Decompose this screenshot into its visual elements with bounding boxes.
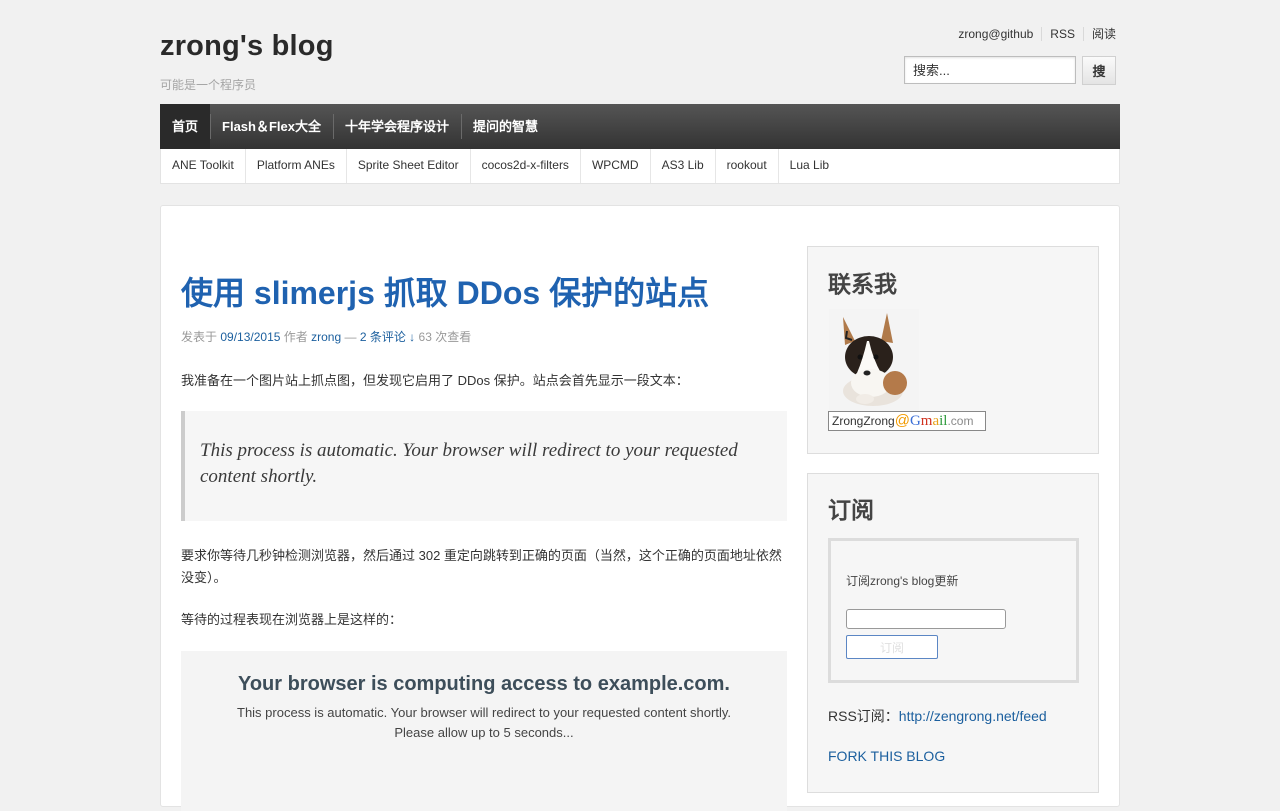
- subscribe-email-input[interactable]: [846, 609, 1006, 629]
- sub-nav: ANE Toolkit Platform ANEs Sprite Sheet E…: [160, 149, 1120, 184]
- comments-link[interactable]: 2 条评论 ↓: [360, 330, 415, 344]
- subnav-item-platform-anes[interactable]: Platform ANEs: [246, 149, 347, 183]
- post-meta: 发表于 09/13/2015 作者 zrong — 2 条评论 ↓ 63 次查看: [181, 328, 471, 345]
- email-tld: .com: [947, 414, 974, 428]
- screenshot-headline: Your browser is computing access to exam…: [237, 673, 730, 695]
- rss-prefix: RSS订阅：: [828, 708, 899, 724]
- site-title[interactable]: zrong's blog: [160, 30, 334, 63]
- subnav-item-as3-lib[interactable]: AS3 Lib: [651, 149, 716, 183]
- contact-widget-title: 联系我: [828, 271, 897, 297]
- gmail-letter-g: G: [909, 413, 921, 429]
- email-address-image: ZrongZrong@Gmail.com: [828, 411, 986, 431]
- gmail-letter-m: m: [920, 413, 933, 429]
- reading-link[interactable]: 阅读: [1082, 27, 1116, 41]
- post-blockquote: This process is automatic. Your browser …: [181, 411, 787, 521]
- main-nav: 首页 Flash＆Flex大全 十年学会程序设计 提问的智慧: [160, 104, 1120, 149]
- view-count: 63 次查看: [418, 330, 472, 344]
- search-button[interactable]: 搜: [1082, 56, 1116, 85]
- post-paragraph-3: 等待的过程表现在浏览器上是这样的：: [181, 612, 403, 627]
- rss-subscribe-line: RSS订阅：http://zengrong.net/feed: [828, 706, 1047, 726]
- author-link[interactable]: zrong: [311, 330, 341, 344]
- nav-item-questions[interactable]: 提问的智慧: [461, 104, 550, 149]
- subnav-item-rookout[interactable]: rookout: [716, 149, 779, 183]
- subscribe-widget-title: 订阅: [828, 497, 874, 523]
- post-title[interactable]: 使用 slimerjs 抓取 DDos 保护的站点: [181, 268, 709, 314]
- browser-check-screenshot: Your browser is computing access to exam…: [181, 651, 787, 811]
- meta-author-prefix: 作者: [283, 330, 308, 344]
- subscribe-widget: 订阅 订阅zrong's blog更新 订阅 RSS订阅：http://zeng…: [807, 473, 1099, 793]
- top-links: zrong@github RSS 阅读: [950, 27, 1116, 41]
- email-username: ZrongZrong: [832, 414, 895, 428]
- fork-blog-link[interactable]: FORK THIS BLOG: [828, 748, 945, 764]
- subnav-item-sprite-sheet-editor[interactable]: Sprite Sheet Editor: [347, 149, 471, 183]
- screenshot-line-2: Please allow up to 5 seconds...: [394, 725, 574, 740]
- post-date-link[interactable]: 09/13/2015: [220, 330, 280, 344]
- email-at-sign: @: [894, 412, 910, 429]
- content-card: 使用 slimerjs 抓取 DDos 保护的站点 发表于 09/13/2015…: [160, 205, 1120, 811]
- post-paragraph-2: 要求你等待几秒钟检测浏览器，然后通过 302 重定向跳转到正确的页面（当然，这个…: [181, 548, 782, 585]
- subnav-item-wpcmd[interactable]: WPCMD: [581, 149, 651, 183]
- subscribe-label: 订阅zrong's blog更新: [846, 574, 959, 588]
- site-description: 可能是一个程序员: [160, 78, 257, 92]
- search-input[interactable]: [904, 56, 1076, 84]
- nav-item-ten-years[interactable]: 十年学会程序设计: [332, 104, 461, 149]
- puppy-image: [829, 309, 919, 411]
- screenshot-line-1: This process is automatic. Your browser …: [237, 705, 731, 720]
- subscribe-button[interactable]: 订阅: [846, 635, 938, 659]
- nav-item-home[interactable]: 首页: [160, 104, 211, 149]
- subnav-item-ane-toolkit[interactable]: ANE Toolkit: [161, 149, 246, 183]
- contact-widget: 联系我 ZrongZrong@Gmail.com: [807, 246, 1099, 454]
- rss-feed-link[interactable]: http://zengrong.net/feed: [899, 708, 1047, 724]
- subnav-item-cocos2d-x-filters[interactable]: cocos2d-x-filters: [471, 149, 581, 183]
- meta-separator: —: [344, 330, 357, 344]
- subnav-item-lua-lib[interactable]: Lua Lib: [779, 149, 840, 183]
- rss-link[interactable]: RSS: [1041, 27, 1083, 41]
- github-link[interactable]: zrong@github: [950, 27, 1041, 41]
- nav-item-flash-flex[interactable]: Flash＆Flex大全: [210, 104, 333, 149]
- post-paragraph-1: 我准备在一个图片站上抓点图，但发现它启用了 DDos 保护。站点会首先显示一段文…: [181, 373, 689, 388]
- subscribe-form: 订阅zrong's blog更新 订阅: [828, 538, 1079, 683]
- meta-posted-on: 发表于: [181, 330, 218, 344]
